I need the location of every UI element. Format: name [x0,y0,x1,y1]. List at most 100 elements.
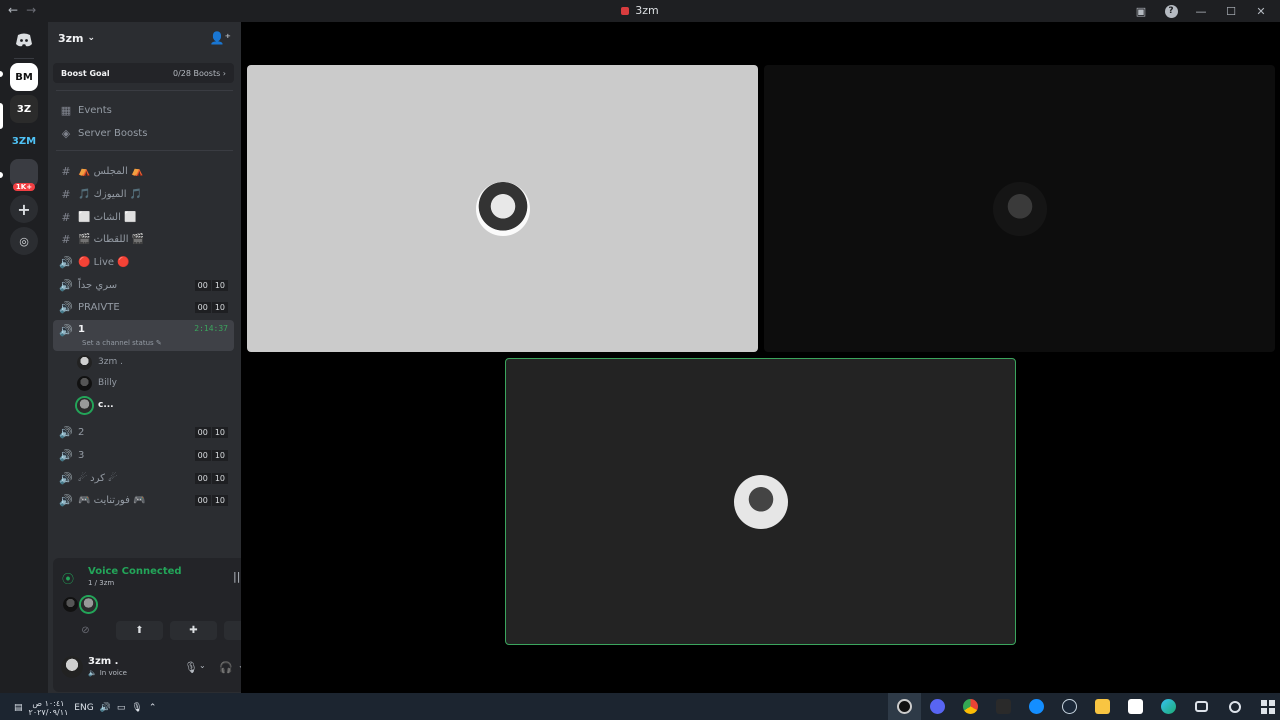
search-icon[interactable] [1218,693,1251,720]
help-button[interactable]: ? [1158,2,1184,20]
discord-home-icon[interactable] [10,26,38,54]
limit-count: 00 [194,494,211,506]
divider [56,90,233,91]
obs-app-icon[interactable] [888,693,921,720]
chrome-app-icon[interactable] [954,693,987,720]
avatar [63,597,78,612]
3z-server-icon[interactable]: 3Z [10,95,38,123]
user-limit: 00 10 [194,494,228,506]
channel-text[interactable]: # ⛺ المجلس ⛺ [53,161,234,181]
activities-button[interactable]: ✚ [170,621,217,640]
channel-text[interactable]: # 🎵 الميوزك 🎵 [53,184,234,204]
unread-pill [0,71,3,77]
battlenet-app-icon[interactable] [1020,693,1053,720]
task-view-icon[interactable] [1185,693,1218,720]
minimize-button[interactable]: — [1188,2,1214,20]
headphones-icon[interactable]: 🎧 [219,661,233,674]
user-name[interactable]: 3zm . [88,656,118,667]
mic-tray-icon[interactable]: 🎙 [131,703,142,713]
channel-voice[interactable]: 🔊 سري جداً 00 10 [53,275,234,295]
volume-icon[interactable]: 🔊 [100,703,111,713]
voice-channel-path[interactable]: 1 / 3zm [88,579,114,587]
avatar [77,397,92,413]
voice-member[interactable]: Billy [77,374,227,392]
bm-server-icon[interactable]: BM [10,63,38,91]
channel-voice-active[interactable]: 🔊 1 2:14:37 Set a channel status ✎ [53,320,234,351]
language-indicator[interactable]: ENG [74,703,93,713]
taskbar-apps [888,693,1280,720]
channel-voice[interactable]: 🔊 🔴 Live 🔴 [53,252,234,272]
chevron-up-icon[interactable]: ⌃ [149,703,157,713]
unread-pill [0,172,3,178]
participant-tile-speaking[interactable] [505,358,1016,645]
channel-name: ⬜ الشات ⬜ [78,211,137,223]
participant-tile[interactable] [247,65,758,352]
channel-name: 🔴 Live 🔴 [78,256,130,268]
camera-off-icon: ⊘ [81,625,90,636]
windows-start-icon[interactable] [1251,693,1280,720]
channel-text[interactable]: # ⬜ الشات ⬜ [53,207,234,227]
os-taskbar: ▤ ١٠:٤١ ص ٢٠٢٧/٠٩/١١ ENG 🔊 ▭ 🎙 ⌃ [0,693,1280,720]
participant-tile[interactable] [764,65,1275,352]
channel-name: ☄ كرد ☄ [78,472,118,484]
channel-voice[interactable]: 🔊 🎮 فورتنايت 🎮 00 10 [53,490,234,510]
participant-avatar [733,474,788,529]
close-button[interactable]: ✕ [1248,2,1274,20]
activities-icon: ✚ [189,625,198,636]
user-limit: 00 10 [194,279,228,291]
channel-status[interactable]: Set a channel status ✎ [82,339,162,347]
add-server-icon[interactable]: + [10,195,38,223]
channel-name: PRAIVTE [78,301,120,313]
voice-member[interactable]: c... [77,396,227,414]
channel-sidebar: 3zm ⌄ 👤⁺ Boost Goal 0/28 Boosts › ▦ Events… [48,22,284,693]
clock[interactable]: ١٠:٤١ ص ٢٠٢٧/٠٩/١١ [29,699,69,717]
channel-text[interactable]: # 🎬 اللقطات 🎬 [53,229,234,249]
user-limit: 00 10 [194,426,228,438]
edge-app-icon[interactable] [1152,693,1185,720]
screen-share-button[interactable]: ⬆ [116,621,163,640]
store-app-icon[interactable] [1119,693,1152,720]
discord-app-icon[interactable] [921,693,954,720]
voice-status-title[interactable]: Voice Connected [88,566,182,577]
speaker-icon: 🔊 [59,324,73,337]
channel-voice[interactable]: 🔊 3 00 10 [53,445,234,465]
network-icon[interactable]: ▭ [117,703,126,713]
microphone-icon[interactable]: 🎙 [184,661,198,674]
server-list: BM 3Z 3ZM 1K+ + ◎ [0,22,48,693]
add-member-icon[interactable]: 👤⁺ [210,31,231,45]
hashtag-icon: # [61,187,71,201]
camera-button[interactable]: ⊘ [62,621,109,640]
window-title: 3zm [0,4,1280,17]
avatar[interactable] [61,656,83,678]
3zm-server-icon[interactable]: 3ZM [10,127,38,155]
maximize-button[interactable]: ☐ [1218,2,1244,20]
channel-voice[interactable]: 🔊 ☄ كرد ☄ 00 10 [53,468,234,488]
hashtag-icon: # [61,164,71,178]
epic-games-app-icon[interactable] [987,693,1020,720]
signal-strength-icon[interactable]: ⦿ [62,570,74,587]
channel-name: 🎮 فورتنايت 🎮 [78,494,146,506]
boost-count-text: 0/28 Boosts [172,68,221,78]
nav-server-boosts[interactable]: ◈ Server Boosts [53,123,234,143]
nav-events[interactable]: ▦ Events [53,100,234,120]
boost-goal-bar[interactable]: Boost Goal 0/28 Boosts › [53,63,234,83]
speaker-small-icon: 🔈 [88,669,97,677]
inbox-icon[interactable]: ▣ [1128,2,1154,20]
channel-voice[interactable]: 🔊 2 00 10 [53,422,234,442]
server-header[interactable]: 3zm ⌄ 👤⁺ [48,22,241,54]
channel-status-placeholder: Set a channel status [82,339,154,347]
boost-goal-label: Boost Goal [61,68,110,78]
voice-stage [241,22,1280,693]
divider [56,150,233,151]
notifications-icon[interactable]: ▤ [14,703,23,713]
voice-member[interactable]: 3zm . [77,353,227,371]
avatar [81,597,96,612]
chevron-down-icon[interactable]: ⌄ [199,661,206,670]
server-name: 3zm [58,31,84,45]
steam-app-icon[interactable] [1053,693,1086,720]
channel-voice[interactable]: 🔊 PRAIVTE 00 10 [53,297,234,317]
discover-compass-icon[interactable]: ◎ [10,227,38,255]
folder-server-icon[interactable]: 1K+ [10,159,38,191]
participant-avatar [992,181,1047,236]
file-explorer-app-icon[interactable] [1086,693,1119,720]
